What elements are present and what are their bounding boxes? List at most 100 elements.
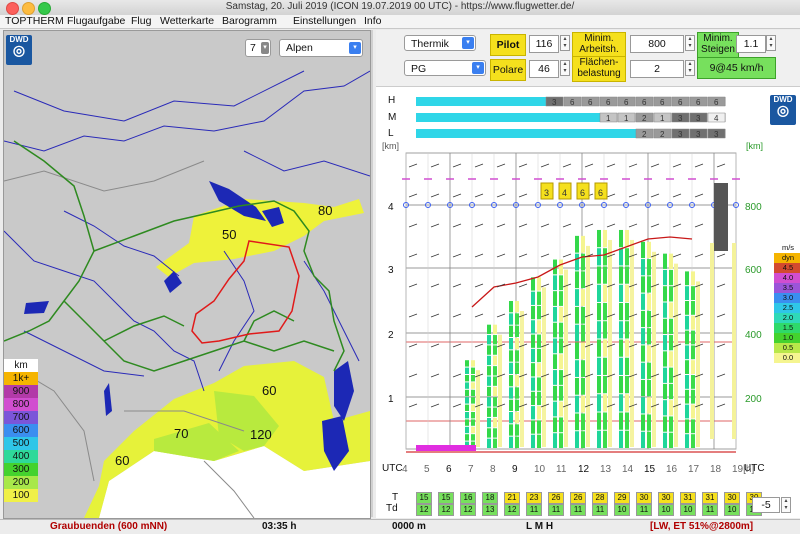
climb-bar <box>493 428 497 438</box>
climb-bar <box>575 324 579 342</box>
climb-bar <box>581 289 585 306</box>
menu-flugaufgabe[interactable]: Flugaufgabe <box>67 15 125 28</box>
wind-barb <box>606 163 616 168</box>
wind-barb <box>474 223 484 228</box>
climb-bar <box>493 417 497 428</box>
climb-bar <box>625 430 629 448</box>
y-tick-left: 1 <box>388 394 394 405</box>
panel-divider[interactable] <box>371 30 373 517</box>
wind-barb <box>562 223 572 228</box>
wind-barb <box>452 283 462 288</box>
dewpoint-value: 11 <box>592 504 608 516</box>
climb-bar <box>663 335 667 351</box>
climb-bar <box>515 412 519 424</box>
climb-bar <box>471 360 475 367</box>
map-label: 120 <box>250 427 272 442</box>
climb-bar <box>625 229 629 248</box>
glider-select[interactable]: PG ▾ <box>404 60 486 76</box>
polar-input[interactable]: 46 <box>529 60 559 78</box>
wing-loading-input[interactable]: 2 <box>630 60 684 78</box>
dewpoint-value: 12 <box>416 504 432 516</box>
climb-bar <box>581 360 585 377</box>
offset-stepper[interactable]: ▴ ▾ <box>781 497 791 513</box>
alps-map[interactable] <box>4 31 370 518</box>
min-climb-input[interactable]: 1.1 <box>736 35 766 53</box>
legend-item: 200 <box>4 476 38 489</box>
climb-bar <box>625 412 629 430</box>
wind-barb <box>430 313 440 318</box>
climb-bar <box>531 420 535 434</box>
wind-barb <box>408 343 418 348</box>
climb-bar <box>625 394 629 412</box>
climb-bar <box>515 301 519 313</box>
climb-legend-item: 0.0 <box>774 353 800 363</box>
polar-stepper[interactable]: ▴ ▾ <box>560 60 570 76</box>
menu-flug[interactable]: Flug <box>131 15 151 28</box>
region-select[interactable]: Alpen ▾ <box>279 39 363 57</box>
wind-barb <box>540 283 550 288</box>
mode-select[interactable]: Thermik ▾ <box>404 35 476 51</box>
climb-bar-weak <box>630 239 634 447</box>
climb-bar <box>619 248 623 266</box>
wind-barb <box>694 223 704 228</box>
climb-bar <box>685 345 689 360</box>
climb-bar <box>509 301 513 313</box>
x-tick: 7 <box>468 464 474 475</box>
climb-bar <box>509 412 513 424</box>
climb-bar <box>685 330 689 345</box>
x-tick: 11 <box>556 464 567 475</box>
wind-barb <box>452 223 462 228</box>
climb-bar <box>559 370 563 385</box>
climb-stepper[interactable]: ▴ ▾ <box>766 35 776 51</box>
meteogram-chart[interactable]: DWD ◎ 36666666661121334223333466 H M L [k… <box>376 86 800 518</box>
x-tick: 10 <box>534 464 546 475</box>
day-number-select[interactable]: 7 ▾ <box>245 39 271 57</box>
wing-loading-stepper[interactable]: ▴ ▾ <box>685 60 695 76</box>
status-time: 03:35 h <box>262 521 297 532</box>
legend-item: 900 <box>4 385 38 398</box>
menu-einstellungen[interactable]: Einstellungen <box>293 15 356 28</box>
dewpoint-value: 11 <box>636 504 652 516</box>
climb-bar <box>509 338 513 350</box>
climb-bar <box>575 413 579 431</box>
menu-wetterkarte[interactable]: Wetterkarte <box>160 15 214 28</box>
climb-bar <box>619 229 623 248</box>
climb-bar <box>559 401 563 417</box>
climb-bar <box>581 235 585 253</box>
menu-info[interactable]: Info <box>364 15 382 28</box>
climb-bar <box>603 430 607 448</box>
climb-bar <box>553 322 557 338</box>
wind-barb <box>430 253 440 258</box>
climb-bar <box>603 357 607 375</box>
climb-bar <box>597 266 601 284</box>
climb-bar <box>493 324 497 335</box>
wind-barb <box>628 163 638 168</box>
climb-bar <box>575 360 579 377</box>
climb-bar <box>619 284 623 302</box>
climb-bar <box>471 367 475 374</box>
wind-barb <box>430 403 440 408</box>
climb-bar <box>685 301 689 315</box>
pilot-weight-input[interactable]: 116 <box>529 35 559 53</box>
wind-barb <box>540 223 550 228</box>
climb-bar <box>619 394 623 412</box>
climb-bar <box>553 291 557 306</box>
temperature-value: 16 <box>460 492 476 504</box>
wind-barb <box>716 373 726 378</box>
climb-bar <box>663 400 667 416</box>
offset-input[interactable]: -5 <box>752 497 780 513</box>
climb-bar <box>471 434 475 441</box>
menu-barogramm[interactable]: Barogramm <box>222 15 277 28</box>
min-work-height-input[interactable]: 800 <box>630 35 684 53</box>
dewpoint-value: 11 <box>702 504 718 516</box>
dewpoint-value: 11 <box>570 504 586 516</box>
wind-barb <box>716 163 726 168</box>
climb-bar <box>553 306 557 322</box>
menu-toptherm[interactable]: TOPTHERM <box>5 15 64 28</box>
weather-map-panel[interactable]: DWD ◎ 7 ▾ Alpen ▾ 80 50 60 70 120 60 km 1… <box>3 30 371 519</box>
dewpoint-value: 12 <box>460 504 476 516</box>
x-tick: 19[h] <box>732 464 755 475</box>
work-height-stepper[interactable]: ▴ ▾ <box>685 35 695 51</box>
pilot-stepper[interactable]: ▴ ▾ <box>560 35 570 51</box>
climb-bar <box>531 291 535 305</box>
